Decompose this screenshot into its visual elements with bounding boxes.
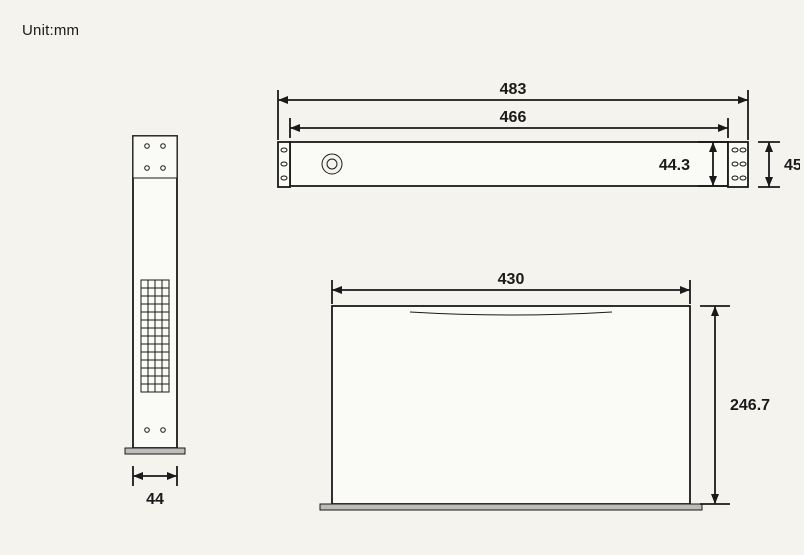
dim-overall-width: 483 — [500, 81, 527, 98]
dim-side-depth: 44 — [146, 491, 164, 508]
unit-label: Unit:mm — [22, 22, 79, 39]
dim-body-width: 466 — [500, 109, 527, 126]
dim-top-depth: 246.7 — [730, 397, 770, 414]
dim-top-width: 430 — [498, 271, 525, 288]
front-view: 483 466 44.3 45 — [260, 80, 800, 220]
side-view: 44 — [105, 130, 205, 530]
top-view: 430 246.7 — [290, 270, 800, 550]
dim-ear-height: 45 — [784, 157, 800, 174]
dim-front-height: 44.3 — [659, 157, 690, 174]
